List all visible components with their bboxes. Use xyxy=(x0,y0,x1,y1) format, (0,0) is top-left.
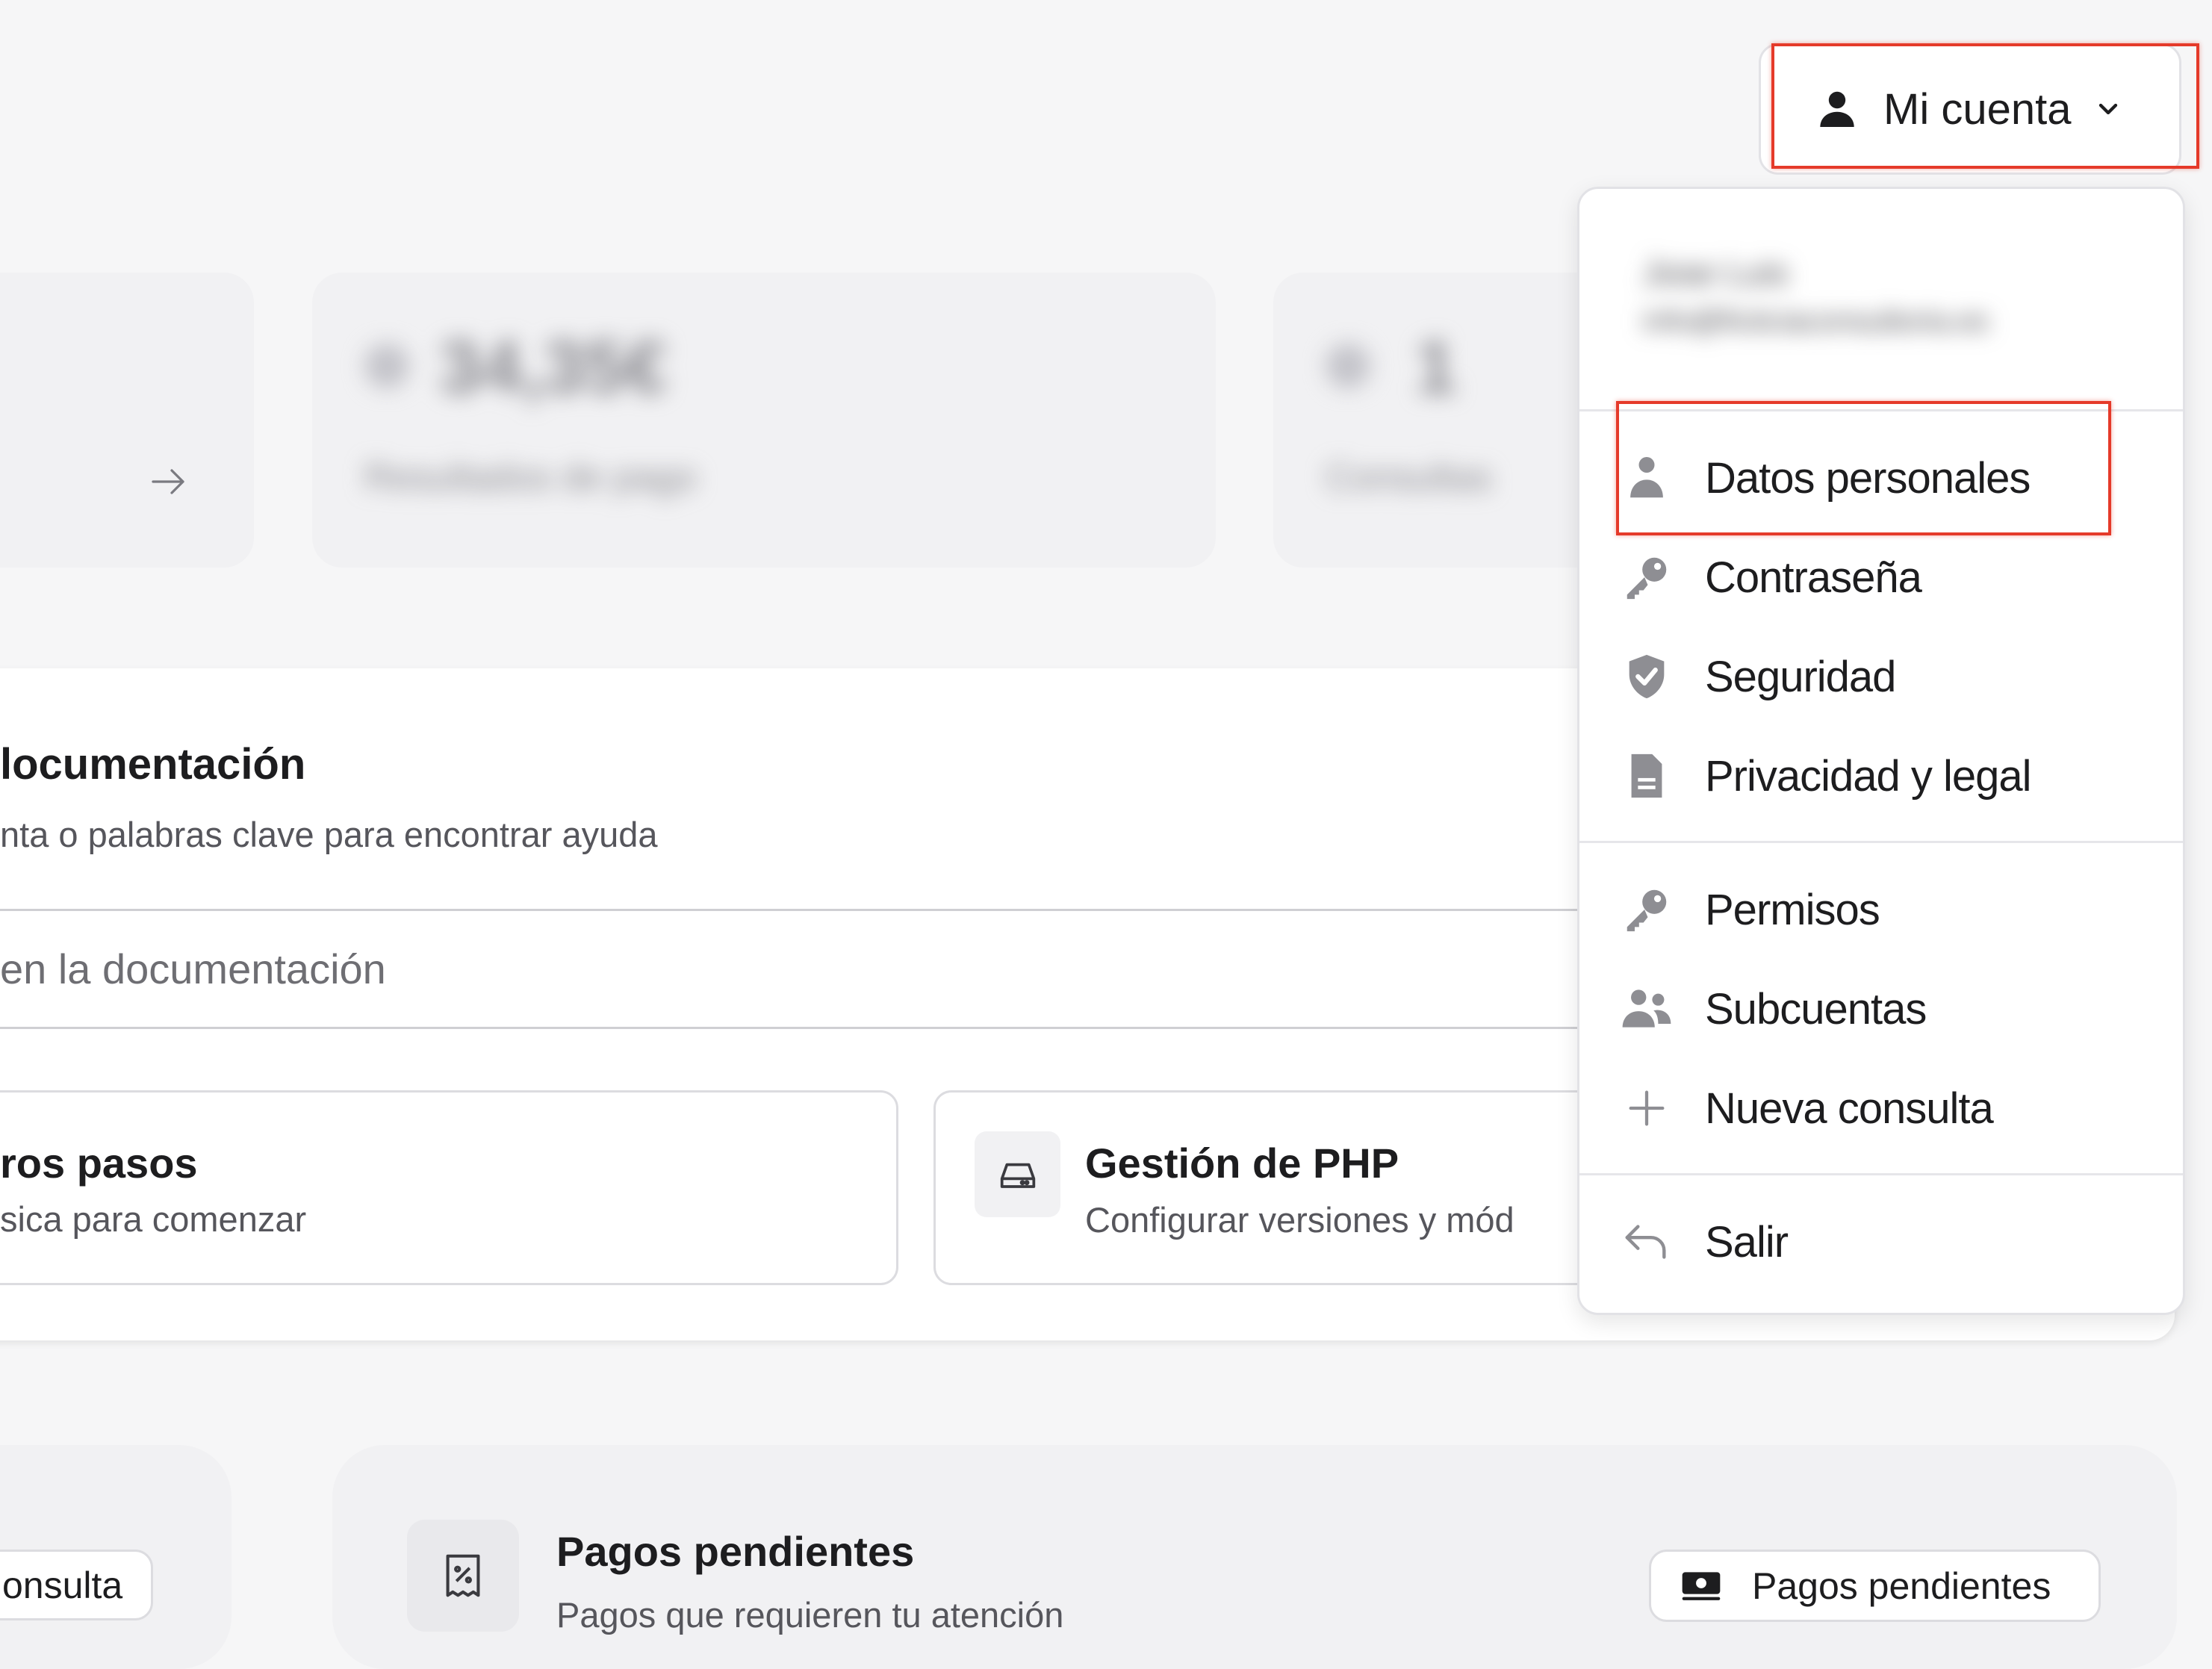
menu-item-label: Subcuentas xyxy=(1705,984,1927,1034)
php-icon-tile xyxy=(975,1131,1060,1217)
logout-arrow-icon xyxy=(1625,1225,1666,1259)
menu-item-label: Datos personales xyxy=(1705,453,2031,503)
stat-label: Resultados de pago xyxy=(364,456,697,498)
menu-item-label: Seguridad xyxy=(1705,652,1896,701)
menu-item-subcuentas[interactable]: Subcuentas xyxy=(1579,964,2183,1054)
menu-item-label: Permisos xyxy=(1705,885,1880,934)
stat-icon xyxy=(364,344,409,388)
person-icon xyxy=(1630,457,1663,498)
user-email: info@ficticiaconsultoria.es xyxy=(1643,305,1989,338)
documentation-subtitle: nta o palabras clave para encontrar ayud… xyxy=(0,815,658,854)
menu-item-label: Contraseña xyxy=(1705,553,1922,602)
user-icon xyxy=(1820,91,1854,127)
key-icon xyxy=(1627,557,1667,600)
stat-card-1[interactable] xyxy=(0,273,254,568)
chevron-down-icon xyxy=(2099,103,2118,115)
arrow-right-icon xyxy=(152,469,184,494)
pending-payments-subtitle: Pagos que requieren tu atención xyxy=(556,1595,1064,1635)
users-icon xyxy=(1622,989,1671,1028)
first-steps-subtitle: sica para comenzar xyxy=(0,1199,307,1239)
key-icon xyxy=(1627,889,1667,932)
menu-item-datos-personales[interactable]: Datos personales xyxy=(1579,433,2183,523)
menu-divider xyxy=(1579,409,2183,411)
menu-divider xyxy=(1579,841,2183,843)
menu-item-label: Privacidad y legal xyxy=(1705,751,2032,801)
pending-payments-button-label: Pagos pendientes xyxy=(1752,1564,2051,1607)
stat-label: Consultas xyxy=(1326,456,1492,498)
stat-icon xyxy=(1326,344,1370,388)
account-button-label: Mi cuenta xyxy=(1883,84,2072,134)
documentation-title: locumentación xyxy=(0,740,306,789)
menu-item-seguridad[interactable]: Seguridad xyxy=(1579,632,2183,721)
shield-check-icon xyxy=(1629,654,1665,699)
php-card-title: Gestión de PHP xyxy=(1085,1140,1399,1187)
search-placeholder: en la documentación xyxy=(0,945,386,992)
pending-payments-title: Pagos pendientes xyxy=(556,1528,915,1575)
menu-item-nueva-consulta[interactable]: Nueva consulta xyxy=(1579,1063,2183,1153)
user-name: Jose Luis xyxy=(1643,253,1789,292)
document-icon xyxy=(1631,753,1662,798)
stat-value: 1 xyxy=(1415,326,1457,409)
stat-value: 34,35€ xyxy=(439,326,668,409)
menu-divider xyxy=(1579,1173,2183,1175)
php-management-card[interactable]: Gestión de PHP Configurar versiones y mó… xyxy=(933,1090,1610,1285)
menu-item-privacidad[interactable]: Privacidad y legal xyxy=(1579,731,2183,821)
account-menu-button[interactable]: Mi cuenta xyxy=(1759,43,2181,175)
cash-icon xyxy=(1682,1571,1721,1600)
receipt-icon-tile xyxy=(407,1520,519,1632)
pending-payments-button[interactable]: Pagos pendientes xyxy=(1649,1550,2101,1622)
menu-item-label: Salir xyxy=(1705,1217,1789,1266)
user-info: Jose Luis info@ficticiaconsultoria.es xyxy=(1643,252,2151,357)
first-steps-title: ros pasos xyxy=(0,1140,198,1187)
receipt-percent-icon xyxy=(446,1554,480,1597)
php-card-subtitle: Configurar versiones y mód xyxy=(1085,1200,1514,1240)
account-dropdown-menu: Jose Luis info@ficticiaconsultoria.es Da… xyxy=(1577,187,2185,1315)
consulta-button-label: onsulta xyxy=(2,1564,123,1606)
new-consulta-button[interactable]: onsulta xyxy=(0,1550,153,1620)
pending-payments-card: Pagos pendientes Pagos que requieren tu … xyxy=(332,1445,2177,1669)
menu-item-label: Nueva consulta xyxy=(1705,1084,1994,1133)
menu-item-permisos[interactable]: Permisos xyxy=(1579,865,2183,954)
stat-card-2[interactable]: 34,35€ Resultados de pago xyxy=(312,273,1216,568)
menu-item-salir[interactable]: Salir xyxy=(1579,1197,2183,1287)
plus-icon xyxy=(1629,1090,1665,1126)
first-steps-card[interactable] xyxy=(0,1090,898,1285)
menu-item-contrasena[interactable]: Contraseña xyxy=(1579,532,2183,622)
hard-drive-icon xyxy=(1000,1163,1035,1188)
